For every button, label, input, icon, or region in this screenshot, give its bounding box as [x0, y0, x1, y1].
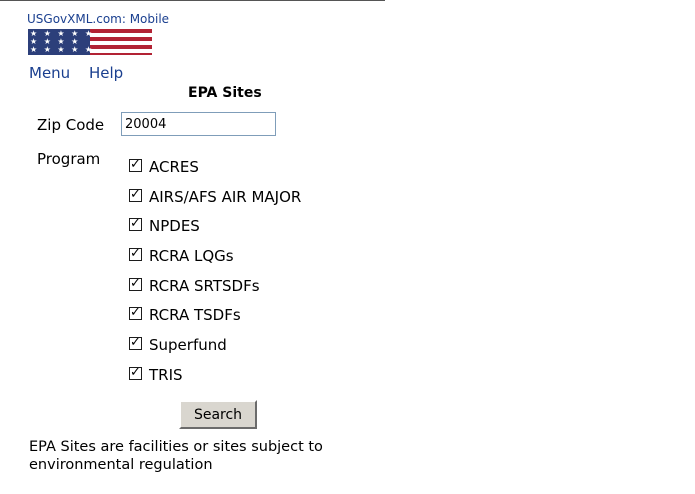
program-item-label: RCRA SRTSDFs [149, 276, 260, 295]
program-item-label: TRIS [149, 365, 183, 384]
rcra-lqgs-checkbox[interactable]: ✓ [129, 246, 142, 262]
superfund-checkbox[interactable]: ✓ [129, 335, 142, 351]
program-item-airs-afs-air-major: ✓ AIRS/AFS AIR MAJOR [129, 187, 301, 217]
program-item-label: Superfund [149, 336, 227, 355]
program-item-npdes: ✓ NPDES [129, 216, 301, 246]
top-divider [0, 0, 385, 1]
checkmark-icon: ✓ [130, 335, 141, 351]
rcra-tsdfs-checkbox[interactable]: ✓ [129, 305, 142, 321]
checkmark-icon: ✓ [130, 186, 141, 202]
search-button[interactable]: Search [179, 400, 257, 429]
nav-bar: Menu Help [29, 64, 137, 82]
airs-afs-air-major-checkbox[interactable]: ✓ [129, 187, 142, 202]
page-description: EPA Sites are facilities or sites subjec… [29, 439, 323, 473]
program-item-acres: ✓ ACRES [129, 157, 301, 187]
page-title: EPA Sites [188, 85, 262, 101]
program-item-superfund: ✓ Superfund [129, 335, 301, 365]
us-flag-icon: ★ ★ ★ ★ ★ ★ ★ ★ ★ ★ ★ ★ ★ ★ [28, 29, 152, 55]
menu-link[interactable]: Menu [29, 64, 70, 82]
program-item-rcra-lqgs: ✓ RCRA LQGs [129, 246, 301, 276]
checkmark-icon: ✓ [130, 275, 141, 291]
checkmark-icon: ✓ [130, 305, 141, 321]
checkmark-icon: ✓ [130, 216, 141, 232]
checkmark-icon: ✓ [130, 246, 141, 262]
site-title: USGovXML.com: Mobile [27, 12, 170, 26]
program-checkbox-list: ✓ ACRES ✓ AIRS/AFS AIR MAJOR ✓ NPDES ✓ R… [129, 157, 301, 395]
npdes-checkbox[interactable]: ✓ [129, 216, 142, 232]
program-item-tris: ✓ TRIS [129, 365, 301, 395]
rcra-srtsdfs-checkbox[interactable]: ✓ [129, 276, 142, 291]
zip-code-label: Zip Code [37, 116, 105, 134]
tris-checkbox[interactable]: ✓ [129, 365, 142, 380]
program-label: Program [37, 150, 101, 168]
program-item-label: RCRA LQGs [149, 247, 234, 266]
program-item-rcra-tsdfs: ✓ RCRA TSDFs [129, 305, 301, 335]
checkmark-icon: ✓ [130, 364, 141, 380]
checkmark-icon: ✓ [130, 157, 141, 172]
program-item-label: AIRS/AFS AIR MAJOR [149, 187, 302, 206]
program-item-rcra-srtsdfs: ✓ RCRA SRTSDFs [129, 276, 301, 306]
acres-checkbox[interactable]: ✓ [129, 157, 142, 172]
program-item-label: ACRES [149, 158, 199, 176]
help-link[interactable]: Help [89, 64, 123, 82]
zip-code-input[interactable] [121, 112, 276, 136]
program-item-label: NPDES [149, 217, 200, 236]
program-item-label: RCRA TSDFs [149, 306, 241, 325]
